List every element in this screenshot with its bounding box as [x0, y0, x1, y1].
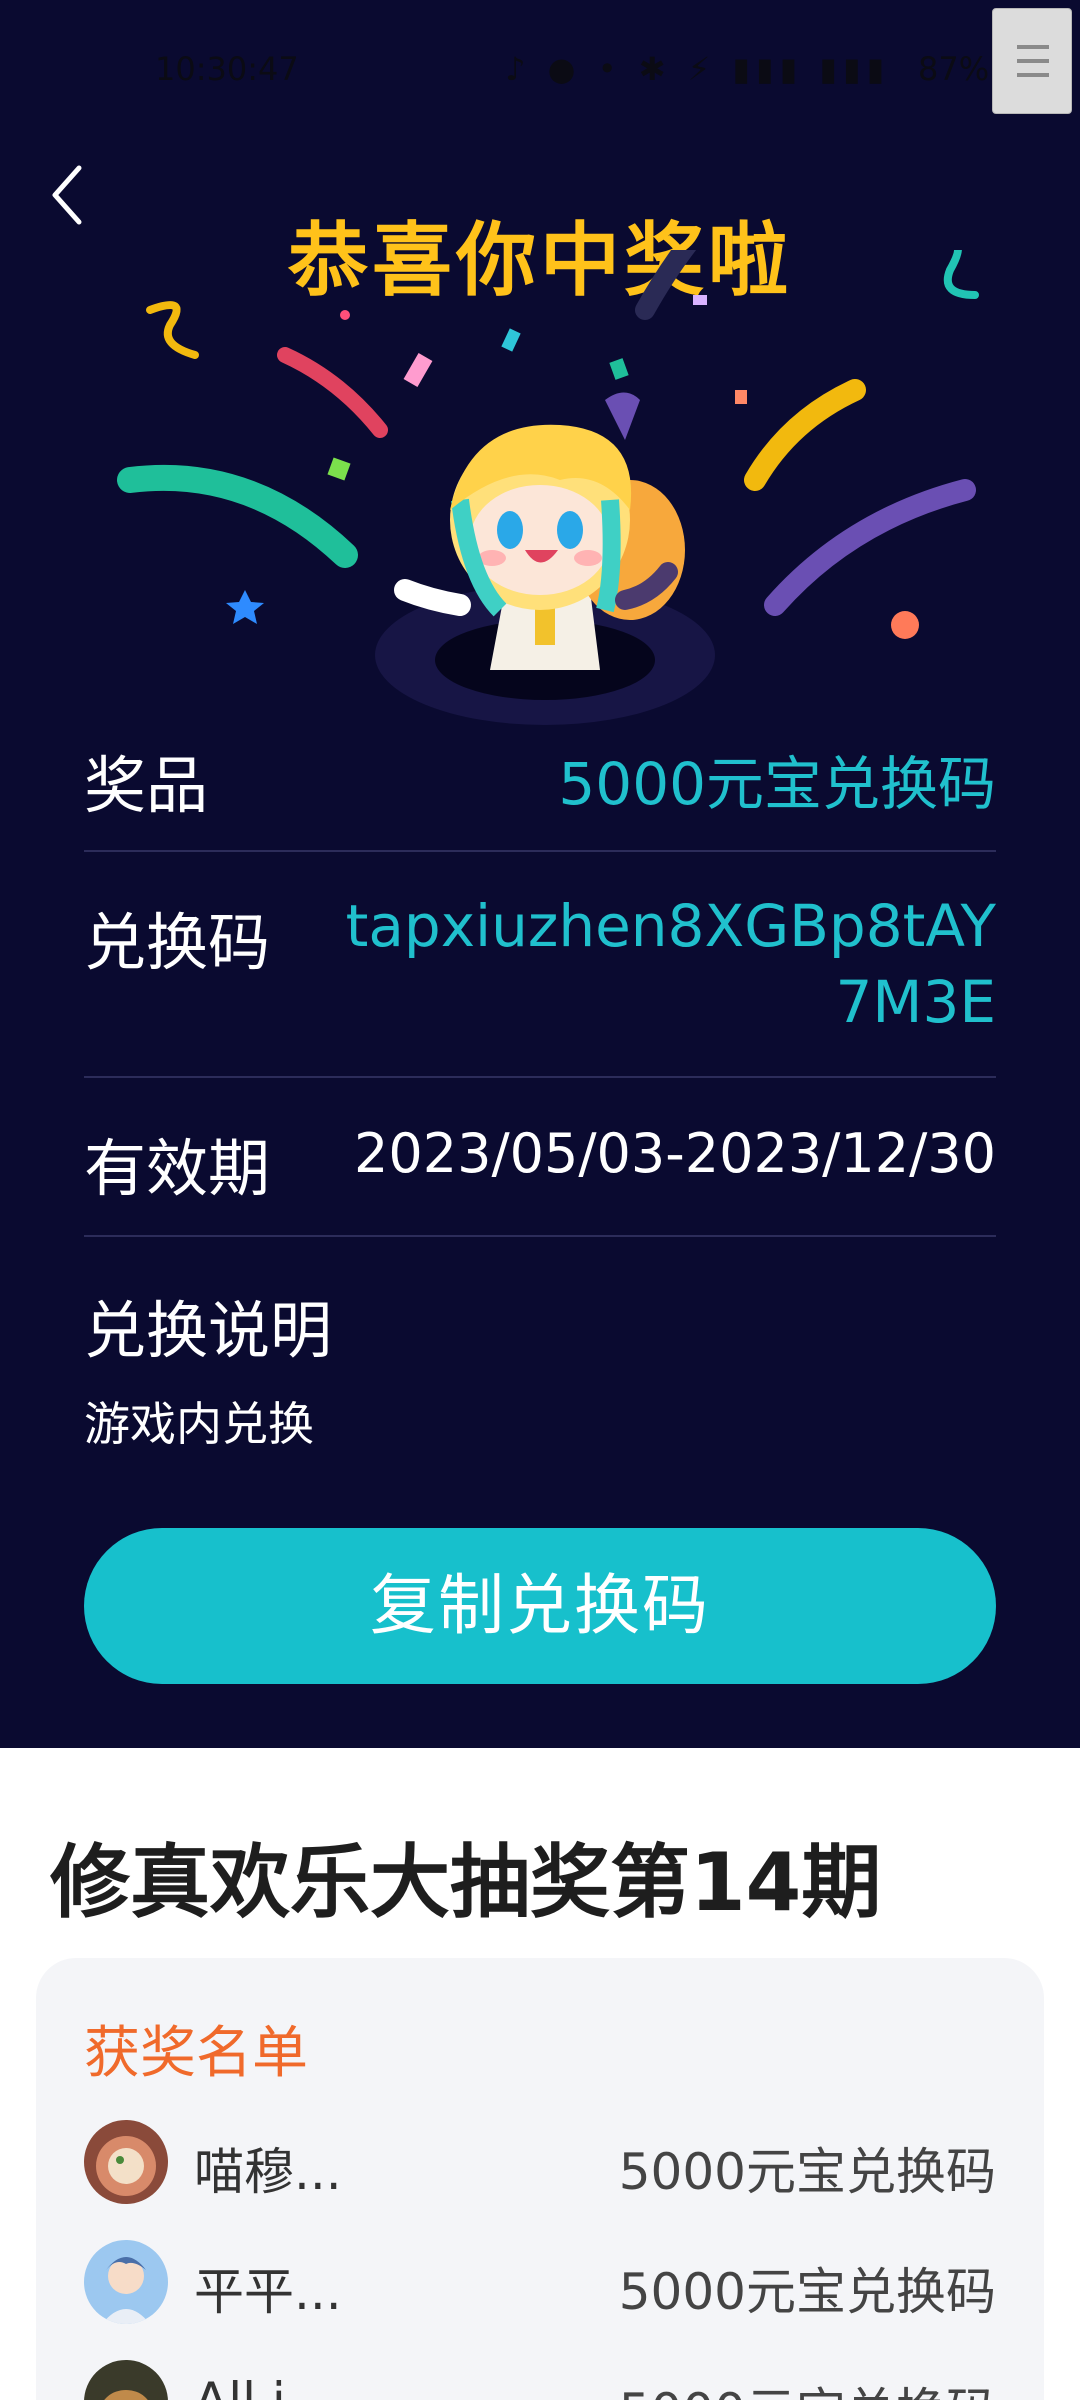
scroll-handle[interactable] — [992, 8, 1072, 114]
winner-name: All i... — [194, 2372, 333, 2400]
copy-code-button[interactable]: 复制兑换码 — [84, 1528, 996, 1684]
status-time: 10:30:47 — [155, 50, 299, 88]
winner-row[interactable]: 喵穆... 5000元宝兑换码 — [84, 2120, 996, 2204]
dog-avatar — [84, 2360, 168, 2400]
winners-card: 获奖名单 喵穆... 5000元宝兑换码 平平... 5000元宝兑换码 All… — [36, 1958, 1044, 2400]
divider — [84, 850, 996, 852]
validity-label: 有效期 — [84, 1132, 271, 1205]
winner-row[interactable]: 平平... 5000元宝兑换码 — [84, 2240, 996, 2324]
divider — [84, 1076, 996, 1078]
code-label: 兑换码 — [84, 906, 271, 979]
status-icons: ♪ ● • ✱ ⚡ ▮▮▮ ▮▮▮ — [505, 50, 891, 88]
prize-row: 奖品 5000元宝兑换码 — [84, 735, 996, 825]
prize-value: 5000元宝兑换码 — [558, 750, 996, 818]
food-avatar — [84, 2120, 168, 2204]
instructions-label: 兑换说明 — [84, 1294, 333, 1367]
anime-avatar — [84, 2240, 168, 2324]
divider — [84, 1235, 996, 1237]
prize-result-panel: 10:30:47 ♪ ● • ✱ ⚡ ▮▮▮ ▮▮▮ 87% 恭喜你中奖啦 奖品… — [0, 0, 1080, 1748]
winner-row[interactable]: All i... 5000元宝兑换码 — [84, 2360, 996, 2400]
winners-title: 获奖名单 — [84, 2021, 308, 2086]
winner-name: 平平... — [194, 2263, 342, 2321]
code-row: 兑换码 tapxiuzhen8XGBp8tAY 7M3E — [84, 892, 996, 1042]
winner-prize: 5000元宝兑换码 — [619, 2372, 996, 2400]
code-value-line1: tapxiuzhen8XGBp8tAY — [345, 892, 996, 960]
code-value-line2: 7M3E — [835, 968, 997, 1036]
status-bar: 10:30:47 ♪ ● • ✱ ⚡ ▮▮▮ ▮▮▮ 87% — [0, 50, 1080, 94]
celebration-mascot-illustration — [117, 250, 979, 725]
winner-name: 喵穆... — [194, 2143, 342, 2201]
instructions-row: 兑换说明 — [84, 1280, 996, 1370]
draw-title: 修真欢乐大抽奖第14期 — [50, 1836, 882, 1929]
battery-level: 87% — [918, 50, 990, 88]
instructions-text: 游戏内兑换 — [84, 1397, 314, 1451]
validity-row: 有效期 2023/05/03-2023/12/30 — [84, 1118, 996, 1208]
winner-prize: 5000元宝兑换码 — [618, 2263, 996, 2321]
validity-value: 2023/05/03-2023/12/30 — [354, 1122, 996, 1185]
winner-prize: 5000元宝兑换码 — [618, 2143, 996, 2201]
prize-label: 奖品 — [84, 749, 209, 822]
